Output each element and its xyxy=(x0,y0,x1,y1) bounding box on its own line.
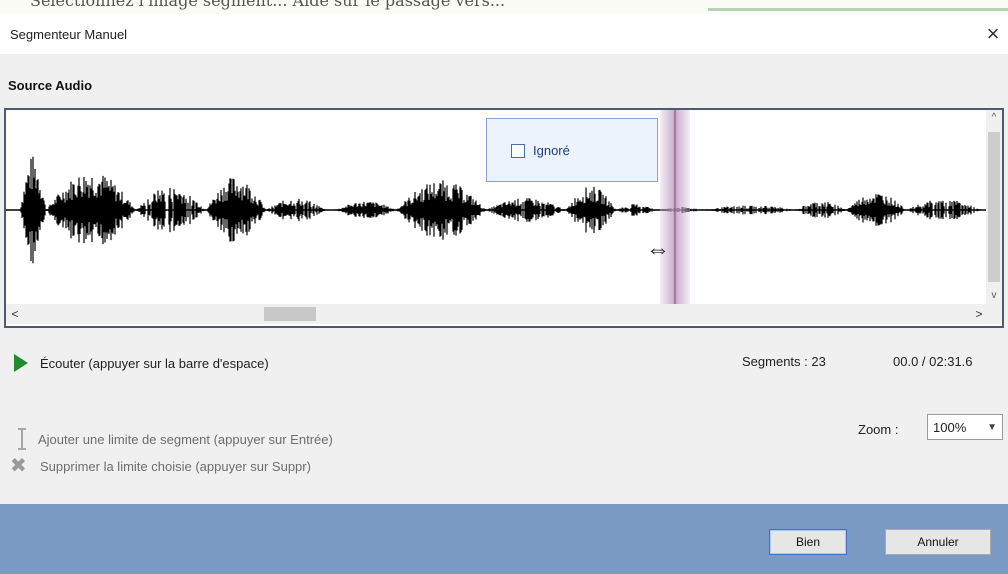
scroll-up-icon[interactable]: ^ xyxy=(986,110,1002,126)
cancel-button[interactable]: Annuler xyxy=(885,529,991,555)
background-text-fragment: Sélectionnez l'image segment... Aide sur… xyxy=(30,0,506,10)
ok-button[interactable]: Bien xyxy=(769,529,847,555)
play-icon xyxy=(14,354,28,372)
segment-boundary-marker[interactable] xyxy=(660,110,690,304)
ignore-checkbox[interactable] xyxy=(511,144,525,158)
section-title-source-audio: Source Audio xyxy=(8,78,93,93)
horizontal-scrollbar[interactable]: < > xyxy=(6,304,988,324)
zoom-value: 100% xyxy=(933,419,967,435)
zoom-dropdown[interactable]: 100% ▼ xyxy=(927,414,1003,440)
add-boundary-button[interactable]: Ajouter une limite de segment (appuyer s… xyxy=(10,428,333,450)
add-boundary-label: Ajouter une limite de segment (appuyer s… xyxy=(38,431,333,447)
time-readout: 00.0 / 02:31.6 xyxy=(893,354,973,369)
text-cursor-icon xyxy=(16,428,28,450)
dialog-footer: Bien Annuler xyxy=(0,504,1008,574)
vertical-scrollbar[interactable]: ^ v xyxy=(986,110,1002,304)
background-window-fragment: Sélectionnez l'image segment... Aide sur… xyxy=(0,0,1008,14)
dialog-titlebar: Segmenteur Manuel × xyxy=(0,14,1008,54)
window-title: Segmenteur Manuel xyxy=(10,27,128,42)
chevron-down-icon: ▼ xyxy=(987,421,997,433)
close-icon[interactable]: × xyxy=(978,20,1008,48)
play-label: Écouter (appuyer sur la barre d'espace) xyxy=(40,355,269,371)
waveform-panel: Ignoré ⇔ ^ v < > xyxy=(4,108,1004,328)
delete-x-icon: ✖ xyxy=(10,455,27,477)
ignore-checkbox-label: Ignoré xyxy=(533,143,570,158)
delete-boundary-label: Supprimer la limite choisie (appuyer sur… xyxy=(40,458,311,474)
scroll-left-icon[interactable]: < xyxy=(6,304,24,324)
segment-options-box: Ignoré xyxy=(486,118,658,182)
vertical-scroll-thumb[interactable] xyxy=(988,132,1000,282)
delete-boundary-button[interactable]: ✖ Supprimer la limite choisie (appuyer s… xyxy=(10,456,311,476)
play-button[interactable]: Écouter (appuyer sur la barre d'espace) xyxy=(10,354,269,372)
segment-count: Segments : 23 xyxy=(742,354,826,369)
resize-horizontal-icon: ⇔ xyxy=(646,236,670,263)
zoom-label: Zoom : xyxy=(858,422,899,437)
scroll-down-icon[interactable]: v xyxy=(986,288,1002,304)
horizontal-scroll-thumb[interactable] xyxy=(264,307,316,321)
scrollbar-corner xyxy=(986,304,1002,324)
waveform-canvas[interactable]: Ignoré ⇔ xyxy=(6,110,988,304)
background-accent-line xyxy=(708,8,1008,11)
